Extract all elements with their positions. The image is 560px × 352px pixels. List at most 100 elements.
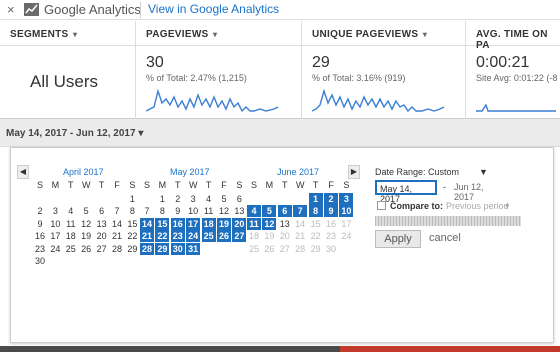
calendar-day[interactable]: 18 xyxy=(247,230,261,242)
calendar-day[interactable]: 26 xyxy=(79,243,93,255)
calendar-day[interactable]: 15 xyxy=(125,218,139,230)
calendar-day[interactable]: 13 xyxy=(278,218,292,230)
calendar-day[interactable]: 21 xyxy=(293,230,307,242)
calendar-day[interactable]: 17 xyxy=(48,230,62,242)
calendar-day[interactable]: 12 xyxy=(262,217,277,230)
prev-month-button[interactable]: ◀ xyxy=(17,165,29,179)
calendar-day[interactable]: 4 xyxy=(247,205,261,218)
start-date-input[interactable]: May 14, 2017 xyxy=(375,180,437,204)
calendar-day[interactable]: 8 xyxy=(155,205,169,217)
calendar-day[interactable]: 17 xyxy=(339,218,353,230)
calendar-day[interactable]: 11 xyxy=(64,218,78,230)
calendar-day[interactable]: 8 xyxy=(308,205,323,218)
segments-header[interactable]: SEGMENTS ▾ xyxy=(0,21,135,46)
calendar-day[interactable]: 16 xyxy=(324,218,338,230)
calendar-day[interactable]: 10 xyxy=(339,205,354,218)
calendar-day[interactable]: 7 xyxy=(110,205,124,217)
calendar-day[interactable]: 5 xyxy=(262,205,277,218)
calendar-day[interactable]: 10 xyxy=(48,218,62,230)
calendar-day[interactable]: 6 xyxy=(95,205,109,217)
calendar-day[interactable]: 29 xyxy=(309,243,323,255)
calendar-day[interactable]: 24 xyxy=(48,243,62,255)
calendar-day[interactable]: 13 xyxy=(95,218,109,230)
calendar-day[interactable]: 6 xyxy=(277,205,292,218)
calendar-day[interactable]: 4 xyxy=(202,193,216,205)
calendar-day[interactable]: 28 xyxy=(140,242,154,255)
calendar-day[interactable]: 19 xyxy=(79,230,93,242)
date-range-toggle[interactable]: May 14, 2017 - Jun 12, 2017 ▾ xyxy=(6,128,143,139)
calendar-day[interactable]: 22 xyxy=(125,230,139,242)
calendar-day[interactable]: 11 xyxy=(202,205,216,217)
calendar-day[interactable]: 25 xyxy=(201,230,216,243)
end-date-input[interactable]: Jun 12, 2017 xyxy=(451,180,509,202)
calendar-day[interactable]: 9 xyxy=(33,218,47,230)
calendar-day[interactable]: 27 xyxy=(95,243,109,255)
calendar-day[interactable]: 23 xyxy=(170,230,185,243)
calendar-day[interactable]: 2 xyxy=(171,193,185,205)
calendar-day[interactable]: 12 xyxy=(217,205,231,217)
calendar-day[interactable]: 2 xyxy=(324,193,338,205)
compare-checkbox[interactable] xyxy=(377,201,386,210)
calendar-day[interactable]: 7 xyxy=(293,205,308,218)
calendar-day[interactable]: 14 xyxy=(293,218,307,230)
calendar-day[interactable]: 23 xyxy=(33,243,47,255)
calendar-day[interactable]: 1 xyxy=(308,193,323,205)
dropdown-arrow-icon[interactable]: ▼ xyxy=(479,167,488,177)
calendar-day[interactable]: 11 xyxy=(247,217,261,230)
calendar-day[interactable]: 30 xyxy=(33,255,47,267)
calendar-day[interactable]: 7 xyxy=(140,205,154,217)
calendar-day[interactable]: 1 xyxy=(155,193,169,205)
calendar-day[interactable]: 13 xyxy=(232,205,246,217)
unique-pageviews-header[interactable]: UNIQUE PAGEVIEWS ▾ xyxy=(302,21,465,46)
calendar-day[interactable]: 23 xyxy=(324,230,338,242)
calendar-day[interactable]: 20 xyxy=(278,230,292,242)
calendar-day[interactable]: 3 xyxy=(186,193,200,205)
calendar-day[interactable]: 14 xyxy=(110,218,124,230)
calendar-day[interactable]: 15 xyxy=(155,217,170,230)
calendar-day[interactable]: 25 xyxy=(247,243,261,255)
date-range-select[interactable]: Custom xyxy=(428,167,459,177)
segment-all-users[interactable]: All Users xyxy=(30,72,98,92)
calendar-day[interactable]: 12 xyxy=(79,218,93,230)
calendar-day[interactable]: 9 xyxy=(324,205,338,218)
calendar-day[interactable]: 31 xyxy=(186,242,201,255)
calendar-day[interactable]: 9 xyxy=(171,205,185,217)
calendar-day[interactable]: 29 xyxy=(155,242,170,255)
calendar-day[interactable]: 14 xyxy=(140,217,154,230)
view-in-analytics-link[interactable]: View in Google Analytics xyxy=(148,2,279,16)
calendar-day[interactable]: 4 xyxy=(64,205,78,217)
next-month-button[interactable]: ▶ xyxy=(348,165,360,179)
pageviews-header[interactable]: PAGEVIEWS ▾ xyxy=(136,21,301,46)
calendar-day[interactable]: 20 xyxy=(95,230,109,242)
calendar-day[interactable]: 3 xyxy=(48,205,62,217)
calendar-day[interactable]: 8 xyxy=(125,205,139,217)
calendar-day[interactable]: 22 xyxy=(155,230,170,243)
calendar-day[interactable]: 5 xyxy=(79,205,93,217)
calendar-day[interactable]: 3 xyxy=(339,193,354,205)
calendar-day[interactable]: 30 xyxy=(170,242,185,255)
calendar-day[interactable]: 19 xyxy=(262,230,276,242)
calendar-day[interactable]: 5 xyxy=(217,193,231,205)
calendar-day[interactable]: 22 xyxy=(309,230,323,242)
cancel-link[interactable]: cancel xyxy=(429,232,461,244)
calendar-day[interactable]: 30 xyxy=(324,243,338,255)
calendar-day[interactable]: 2 xyxy=(33,205,47,217)
compare-select[interactable]: Previous period xyxy=(446,201,509,211)
calendar-day[interactable]: 21 xyxy=(110,230,124,242)
calendar-day[interactable]: 25 xyxy=(64,243,78,255)
calendar-day[interactable]: 16 xyxy=(170,217,185,230)
calendar-day[interactable]: 17 xyxy=(186,217,201,230)
calendar-day[interactable]: 19 xyxy=(217,217,231,230)
calendar-day[interactable]: 20 xyxy=(232,217,247,230)
calendar-day[interactable]: 18 xyxy=(64,230,78,242)
apply-button[interactable]: Apply xyxy=(375,230,421,248)
calendar-day[interactable]: 26 xyxy=(217,230,231,243)
calendar-day[interactable]: 18 xyxy=(201,217,216,230)
calendar-day[interactable]: 16 xyxy=(33,230,47,242)
calendar-day[interactable]: 15 xyxy=(309,218,323,230)
calendar-day[interactable]: 27 xyxy=(278,243,292,255)
calendar-day[interactable]: 21 xyxy=(140,230,154,243)
calendar-day[interactable]: 28 xyxy=(110,243,124,255)
calendar-day[interactable]: 28 xyxy=(293,243,307,255)
calendar-day[interactable]: 10 xyxy=(186,205,200,217)
